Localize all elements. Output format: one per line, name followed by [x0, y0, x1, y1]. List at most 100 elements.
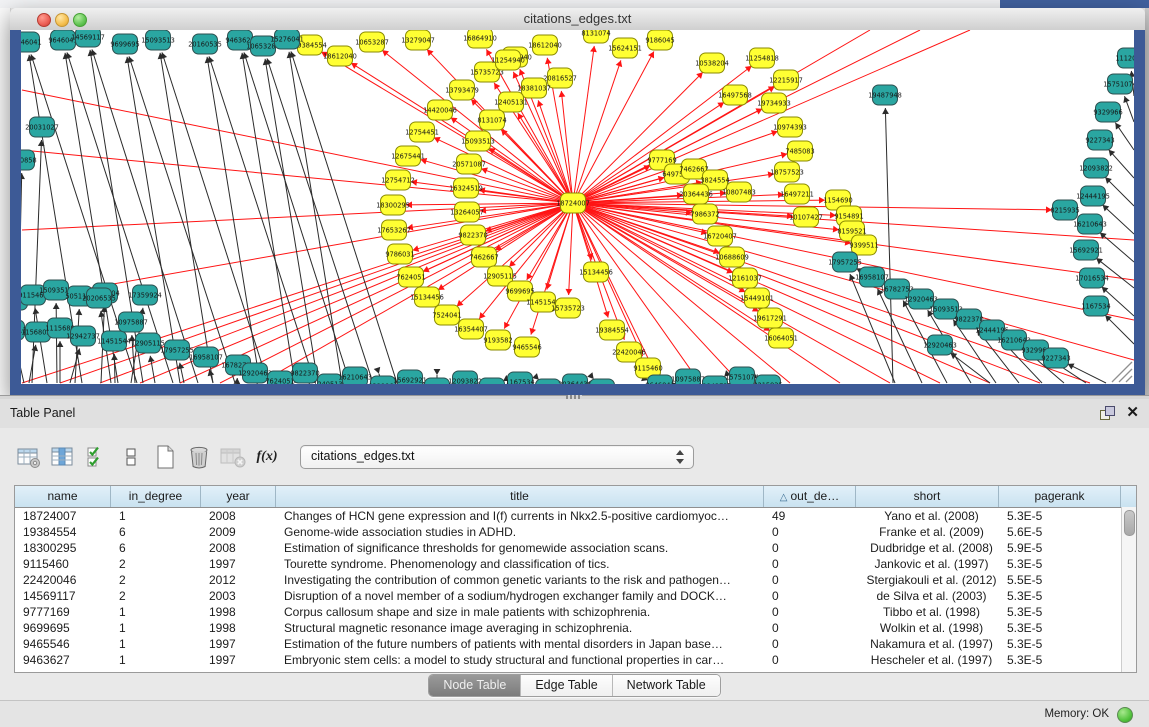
graph-node[interactable]: 17016534 [1075, 268, 1109, 288]
graph-node[interactable]: 12754451 [405, 122, 439, 142]
graph-node[interactable]: 10538204 [695, 53, 729, 73]
graph-node[interactable]: 7485083 [785, 141, 814, 161]
graph-node[interactable]: 10688609 [715, 247, 749, 267]
graph-node[interactable]: 15276041 [270, 30, 304, 49]
graph-node[interactable]: 16864910 [463, 30, 497, 48]
graph-node[interactable]: 7986372 [690, 204, 719, 224]
graph-node[interactable]: 8215935 [753, 375, 782, 384]
table-row[interactable]: 1938455462009Genome-wide association stu… [15, 524, 1136, 540]
close-panel-icon[interactable]: ✕ [1126, 403, 1139, 421]
graph-node[interactable]: 7462667 [469, 247, 498, 267]
graph-node[interactable]: 18724007 [556, 193, 590, 213]
tab-network-table[interactable]: Network Table [613, 675, 720, 696]
graph-node[interactable]: 19734933 [757, 93, 791, 113]
tab-edge-table[interactable]: Edge Table [521, 675, 612, 696]
tab-node-table[interactable]: Node Table [429, 675, 521, 696]
graph-node[interactable]: 15093513 [461, 131, 495, 151]
graph-node[interactable]: 13264057 [450, 202, 484, 222]
table-row[interactable]: 1456911722003Disruption of a novel membe… [15, 588, 1136, 604]
graph-node[interactable]: 10653287 [355, 32, 389, 52]
row-height-icon[interactable] [116, 443, 146, 471]
graph-node[interactable]: 18300295 [376, 195, 410, 215]
graph-node[interactable]: 9193582 [483, 330, 512, 350]
graph-node[interactable]: 9227343 [1041, 348, 1070, 368]
column-header-short[interactable]: short [856, 486, 999, 507]
graph-node[interactable]: 11254940 [491, 50, 525, 70]
show-column-icon[interactable] [48, 443, 78, 471]
network-canvas[interactable]: 1872400718612040112549401573572313793479… [21, 30, 1134, 384]
graph-node[interactable]: 19617291 [753, 308, 787, 328]
graph-node[interactable]: 12942737 [66, 326, 100, 346]
table-row[interactable]: 911546021997Tourette syndrome. Phenomeno… [15, 556, 1136, 572]
table-row[interactable]: 1830029562008Estimation of significance … [15, 540, 1136, 556]
table-row[interactable]: 946362711997Embryonic stem cells: a mode… [15, 652, 1136, 668]
graph-node[interactable]: 16720407 [703, 226, 737, 246]
graph-node[interactable]: 15093513 [141, 30, 175, 50]
graph-node[interactable]: 9227343 [1085, 130, 1114, 150]
graph-node[interactable]: 9786031 [385, 244, 414, 264]
graph-node[interactable]: 17359924 [128, 285, 162, 305]
graph-node[interactable]: 14420046 [423, 100, 457, 120]
graph-node[interactable]: 20206535 [82, 288, 116, 308]
graph-node[interactable]: 8650858 [21, 150, 37, 170]
graph-node[interactable]: 18612040 [528, 35, 562, 55]
graph-node[interactable]: 9227343 [477, 378, 506, 384]
graph-node[interactable]: 20364436 [558, 374, 592, 384]
graph-node[interactable]: 8131074 [477, 110, 506, 130]
graph-node[interactable]: 17957255 [828, 252, 862, 272]
table-vertical-scrollbar[interactable] [1121, 507, 1136, 672]
graph-node[interactable]: 11451544 [97, 331, 131, 351]
table-row[interactable]: 977716911998Corpus callosum shape and si… [15, 604, 1136, 620]
graph-node[interactable]: 14569117 [71, 30, 105, 47]
select-columns-icon[interactable] [82, 443, 112, 471]
table-select-dropdown[interactable]: citations_edges.txt [300, 445, 694, 469]
citation-network-graph[interactable]: 1872400718612040112549401573572313793479… [21, 30, 1134, 384]
graph-node[interactable]: 9699695 [110, 34, 139, 54]
graph-node[interactable]: 8215935 [1050, 200, 1079, 220]
graph-node[interactable]: 20364436 [679, 184, 713, 204]
graph-node[interactable]: 19384554 [595, 320, 629, 340]
graph-node[interactable]: 12215917 [769, 70, 803, 90]
graph-node[interactable]: 18612040 [323, 46, 357, 66]
column-header-name[interactable]: name [15, 486, 111, 507]
graph-node[interactable]: 16210643 [338, 367, 372, 384]
graph-node[interactable]: 12444195 [1076, 186, 1110, 206]
graph-node[interactable]: 1167534 [505, 372, 534, 384]
graph-node[interactable]: 19487948 [868, 85, 902, 105]
graph-node[interactable]: 9186045 [645, 30, 674, 50]
graph-node[interactable]: 12754712 [381, 170, 415, 190]
column-header-pagerank[interactable]: pagerank [999, 486, 1121, 507]
graph-node[interactable]: 12920463 [923, 335, 957, 355]
graph-node[interactable]: 15692921 [1069, 240, 1103, 260]
graph-node[interactable]: 12093822 [448, 371, 482, 384]
graph-node[interactable]: 2646041 [21, 32, 42, 52]
graph-node[interactable]: 7624051 [396, 267, 425, 287]
table-mode-icon[interactable] [14, 443, 44, 471]
function-builder-icon[interactable]: f(x) [252, 443, 282, 471]
graph-node[interactable]: 12675441 [391, 146, 425, 166]
column-header-in_degree[interactable]: in_degree [111, 486, 201, 507]
scrollbar-thumb[interactable] [1124, 510, 1135, 536]
delete-table-icon[interactable] [218, 443, 248, 471]
graph-node[interactable]: 7524041 [432, 305, 461, 325]
table-row[interactable]: 1872400712008Changes of HCN gene express… [15, 508, 1136, 524]
graph-node[interactable]: 16324519 [449, 178, 483, 198]
column-header-title[interactable]: title [276, 486, 764, 507]
graph-node[interactable]: 9465546 [512, 337, 541, 357]
resize-grip-icon[interactable] [1119, 369, 1132, 382]
graph-node[interactable]: 9329966 [1093, 102, 1122, 122]
graph-node[interactable]: 15134456 [410, 287, 444, 307]
graph-node[interactable]: 20031027 [25, 117, 59, 137]
graph-node[interactable]: 10807483 [722, 182, 756, 202]
resize-grip-icon[interactable] [1126, 376, 1132, 382]
graph-node[interactable]: 15735723 [551, 298, 585, 318]
graph-node[interactable]: 13793479 [445, 80, 479, 100]
graph-node[interactable]: 16958107 [189, 347, 223, 367]
table-row[interactable]: 969969511998Structural magnetic resonanc… [15, 620, 1136, 636]
new-column-icon[interactable] [150, 443, 180, 471]
graph-node[interactable]: 10974393 [773, 117, 807, 137]
float-panel-icon[interactable] [1100, 406, 1114, 420]
column-header-year[interactable]: year [201, 486, 276, 507]
graph-node[interactable]: 17653267 [377, 220, 411, 240]
graph-node[interactable]: 20160535 [188, 34, 222, 54]
